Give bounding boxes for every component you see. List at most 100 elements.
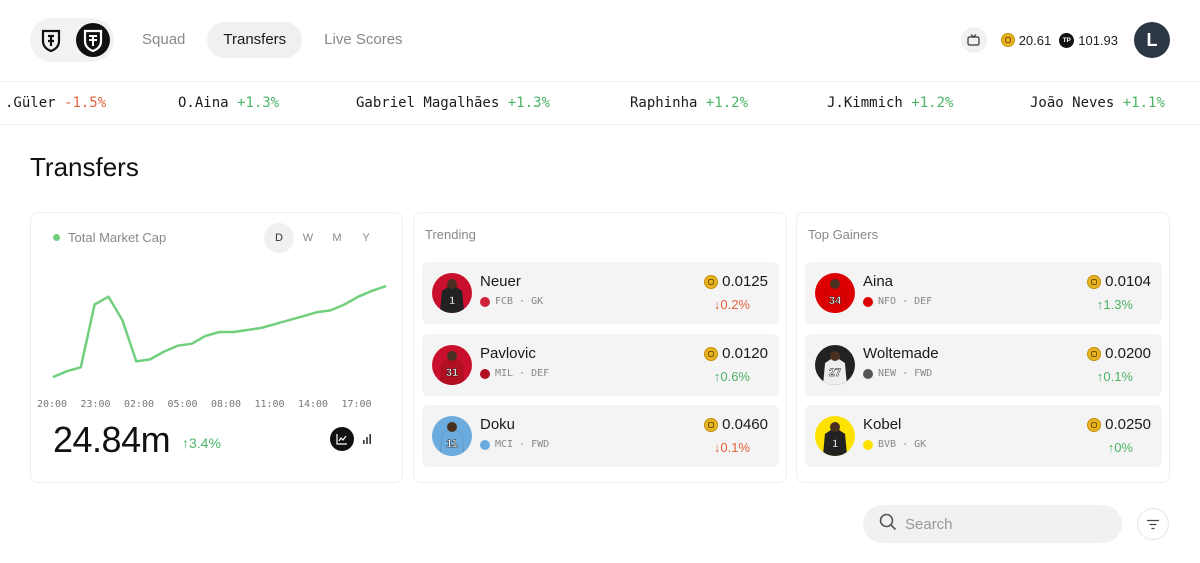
ticker-item[interactable]: O.Aina +1.3% bbox=[178, 95, 279, 111]
club-code: FCB bbox=[495, 296, 514, 307]
meta-separator: · bbox=[896, 368, 915, 379]
meta-separator: · bbox=[513, 439, 532, 450]
player-position: DEF bbox=[914, 296, 933, 307]
main-nav: Squad Transfers Live Scores bbox=[126, 22, 425, 58]
coin-balance-value: 20.61 bbox=[1018, 32, 1052, 48]
line-chart-icon[interactable] bbox=[330, 427, 354, 451]
avatar[interactable]: L bbox=[1134, 22, 1170, 58]
shirt-number: 1 bbox=[832, 438, 838, 450]
player-price: 0.0200 bbox=[1087, 345, 1151, 362]
player-name: Woltemade bbox=[863, 345, 939, 362]
player-change: ↑0.1% bbox=[1096, 369, 1133, 384]
player-row[interactable]: 1 Neuer FCB · GK 0.0125 ↓0.2% bbox=[422, 262, 779, 324]
player-avatar: 1 bbox=[432, 273, 472, 313]
ticker-item[interactable]: J.Kimmich +1.2% bbox=[827, 95, 953, 111]
market-cap-value: 24.84m bbox=[53, 419, 171, 460]
meta-separator: · bbox=[896, 439, 915, 450]
player-avatar: 11 bbox=[432, 416, 472, 456]
ticker-item[interactable]: Gabriel Magalhães +1.3% bbox=[356, 95, 550, 111]
club-code: MCI bbox=[495, 439, 514, 450]
tp-balance-value: 101.93 bbox=[1078, 32, 1118, 48]
player-price-value: 0.0104 bbox=[1105, 273, 1151, 290]
player-price-value: 0.0120 bbox=[722, 345, 768, 362]
x-tick-label: 14:00 bbox=[298, 399, 328, 410]
club-code: NFO bbox=[878, 296, 897, 307]
player-avatar: 31 bbox=[432, 345, 472, 385]
player-price: 0.0120 bbox=[704, 345, 768, 362]
top-header: Squad Transfers Live Scores 20.61 TP 101… bbox=[0, 0, 1200, 82]
x-tick-label: 17:00 bbox=[341, 399, 371, 410]
player-row[interactable]: 27 Woltemade NEW · FWD 0.0200 ↑0.1% bbox=[805, 334, 1162, 396]
trending-title: Trending bbox=[425, 227, 476, 242]
player-price-value: 0.0460 bbox=[722, 416, 768, 433]
player-row[interactable]: 31 Pavlovic MIL · DEF 0.0120 ↑0.6% bbox=[422, 334, 779, 396]
player-price-value: 0.0125 bbox=[722, 273, 768, 290]
coin-icon bbox=[704, 346, 719, 361]
tv-icon[interactable] bbox=[960, 27, 987, 53]
ticker-item[interactable]: .Güler -1.5% bbox=[5, 95, 106, 111]
shirt-number: 34 bbox=[829, 295, 842, 307]
shirt-number: 11 bbox=[446, 438, 458, 450]
x-tick-label: 08:00 bbox=[211, 399, 241, 410]
player-meta: FCB · GK bbox=[480, 296, 543, 307]
tab-transfers[interactable]: Transfers bbox=[207, 22, 303, 58]
coin-icon bbox=[1087, 346, 1102, 361]
player-position: GK bbox=[531, 296, 544, 307]
header-right: 20.61 TP 101.93 L bbox=[960, 22, 1170, 58]
search-icon bbox=[879, 513, 897, 536]
coin-icon bbox=[1087, 274, 1102, 289]
coin-icon bbox=[704, 417, 719, 432]
search-bar[interactable] bbox=[863, 505, 1122, 543]
player-avatar: 1 bbox=[815, 416, 855, 456]
player-name: Aina bbox=[863, 273, 894, 290]
meta-separator: · bbox=[513, 296, 532, 307]
player-price-value: 0.0250 bbox=[1105, 416, 1151, 433]
shield-logo-icon[interactable] bbox=[34, 23, 68, 57]
player-price: 0.0250 bbox=[1087, 416, 1151, 433]
player-meta: NEW · FWD bbox=[863, 368, 932, 379]
club-code: MIL bbox=[495, 368, 514, 379]
player-avatar: 34 bbox=[815, 273, 855, 313]
bar-chart-icon[interactable] bbox=[355, 427, 379, 451]
club-badge-icon bbox=[863, 368, 873, 379]
club-badge-icon bbox=[480, 368, 490, 379]
ticker-item[interactable]: João Neves +1.1% bbox=[1030, 95, 1165, 111]
player-meta: MIL · DEF bbox=[480, 368, 549, 379]
x-tick-label: 20:00 bbox=[37, 399, 67, 410]
crest-logo-icon[interactable] bbox=[76, 23, 110, 57]
tp-balance: TP 101.93 bbox=[1059, 32, 1118, 48]
coin-icon bbox=[1087, 417, 1102, 432]
filter-icon[interactable] bbox=[1137, 508, 1169, 540]
tab-squad[interactable]: Squad bbox=[126, 22, 201, 58]
tp-icon: TP bbox=[1059, 32, 1075, 48]
player-row[interactable]: 11 Doku MCI · FWD 0.0460 ↓0.1% bbox=[422, 405, 779, 467]
player-name: Pavlovic bbox=[480, 345, 536, 362]
x-tick-label: 05:00 bbox=[167, 399, 197, 410]
player-meta: NFO · DEF bbox=[863, 296, 932, 307]
ticker-item[interactable]: Raphinha +1.2% bbox=[630, 95, 748, 111]
player-position: FWD bbox=[531, 439, 550, 450]
search-input[interactable] bbox=[905, 515, 1105, 533]
meta-separator: · bbox=[513, 368, 532, 379]
player-change: ↑0% bbox=[1107, 440, 1133, 455]
logo-group bbox=[30, 18, 114, 62]
shirt-number: 31 bbox=[446, 367, 458, 379]
player-change: ↓0.2% bbox=[713, 297, 750, 312]
player-price: 0.0460 bbox=[704, 416, 768, 433]
page-title: Transfers bbox=[30, 152, 139, 182]
player-row[interactable]: 1 Kobel BVB · GK 0.0250 ↑0% bbox=[805, 405, 1162, 467]
player-price-value: 0.0200 bbox=[1105, 345, 1151, 362]
player-meta: BVB · GK bbox=[863, 439, 926, 450]
meta-separator: · bbox=[896, 296, 915, 307]
shirt-number: 1 bbox=[449, 295, 455, 307]
club-badge-icon bbox=[863, 296, 873, 307]
trending-card: Trending 1 Neuer FCB · GK 0.0125 ↓0.2% 31 Pavl… bbox=[413, 212, 787, 483]
tab-live-scores[interactable]: Live Scores bbox=[308, 22, 418, 58]
market-cap-chart: 20:00 23:00 02:00 05:00 08:00 11:00 14:00 17:00 bbox=[37, 284, 387, 410]
coin-icon bbox=[1000, 33, 1015, 47]
player-row[interactable]: 34 Aina NFO · DEF 0.0104 ↑1.3% bbox=[805, 262, 1162, 324]
x-tick-label: 02:00 bbox=[124, 399, 154, 410]
club-badge-icon bbox=[480, 296, 490, 307]
coin-balance: 20.61 bbox=[1000, 32, 1052, 48]
player-price: 0.0104 bbox=[1087, 273, 1151, 290]
